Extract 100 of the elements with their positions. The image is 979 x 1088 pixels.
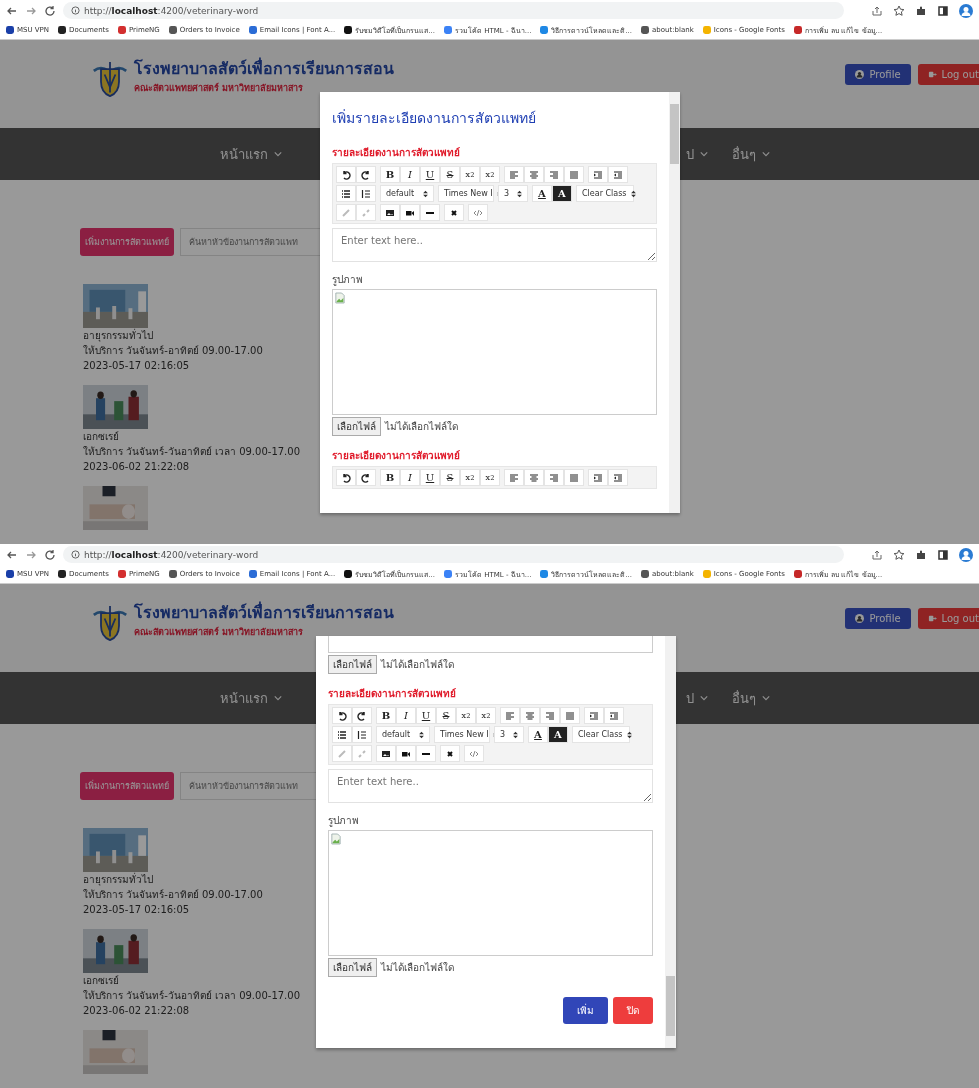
- indent-button[interactable]: [604, 707, 624, 724]
- undo-button[interactable]: [336, 469, 356, 486]
- undo-button[interactable]: [332, 707, 352, 724]
- share-icon[interactable]: [871, 4, 883, 17]
- outdent-button[interactable]: [584, 707, 604, 724]
- code-icon: [469, 748, 479, 759]
- outdent-button[interactable]: [588, 166, 608, 183]
- align-button[interactable]: [504, 469, 524, 486]
- sidebar-icon[interactable]: [937, 548, 949, 561]
- reload-icon[interactable]: [44, 548, 56, 561]
- format-button[interactable]: U: [420, 166, 440, 183]
- nav-menu-item[interactable]: หน้าแรก: [220, 687, 282, 709]
- address-bar[interactable]: http://localhost:4200/veterinary-word: [63, 546, 844, 563]
- puzzle-icon[interactable]: [915, 548, 927, 561]
- nav-menu-item[interactable]: ป: [686, 687, 708, 709]
- image-icon: [381, 748, 391, 759]
- format-button[interactable]: S: [440, 166, 460, 183]
- info-icon[interactable]: [71, 6, 80, 15]
- info-icon[interactable]: [71, 550, 80, 559]
- choose-file-button[interactable]: เลือกไฟล์: [328, 655, 377, 674]
- nav-menu-item[interactable]: ป: [686, 143, 708, 165]
- format-button[interactable]: U: [416, 707, 436, 724]
- align-button[interactable]: [564, 469, 584, 486]
- address-bar[interactable]: http://localhost:4200/veterinary-word: [63, 2, 844, 19]
- choose-file-button[interactable]: เลือกไฟล์: [328, 958, 377, 977]
- profile-button[interactable]: Profile: [845, 607, 911, 629]
- dialog-button[interactable]: ปิด: [613, 997, 653, 1024]
- color-button[interactable]: A: [532, 185, 552, 202]
- align-button[interactable]: [540, 707, 560, 724]
- avatar-icon[interactable]: [959, 547, 973, 562]
- star-icon[interactable]: [893, 548, 905, 561]
- align-button[interactable]: [504, 166, 524, 183]
- scrollbar[interactable]: [665, 636, 676, 1048]
- star-icon[interactable]: [893, 4, 905, 17]
- numbered-list-button[interactable]: [352, 726, 372, 743]
- color-button[interactable]: A: [548, 726, 568, 743]
- sidebar-icon[interactable]: [937, 4, 949, 17]
- image-button[interactable]: [376, 745, 396, 762]
- reload-icon[interactable]: [44, 4, 56, 17]
- video-button[interactable]: [400, 204, 420, 221]
- align-button[interactable]: [560, 707, 580, 724]
- text-editor-field[interactable]: Enter text here..: [328, 769, 653, 803]
- dropdown[interactable]: 3: [494, 726, 524, 743]
- align-button[interactable]: [520, 707, 540, 724]
- service-date: 2023-05-17 02:16:05: [83, 359, 190, 373]
- format-button[interactable]: I: [400, 166, 420, 183]
- bullet-list-button[interactable]: [332, 726, 352, 743]
- redo-button[interactable]: [356, 166, 376, 183]
- dropdown[interactable]: 3: [498, 185, 528, 202]
- service-hours: ให้บริการ วันจันทร์-วันอาทิตย์ เวลา 09.00-17.00: [83, 989, 300, 1003]
- choose-file-button[interactable]: เลือกไฟล์: [332, 417, 381, 436]
- dropdown[interactable]: default: [380, 185, 434, 202]
- indent-button[interactable]: [608, 469, 628, 486]
- align-button[interactable]: [564, 166, 584, 183]
- line-button[interactable]: [420, 204, 440, 221]
- indent-button[interactable]: [608, 166, 628, 183]
- format-button[interactable]: I: [396, 707, 416, 724]
- dropdown[interactable]: Clear Class: [576, 185, 634, 202]
- format-button[interactable]: B: [380, 469, 400, 486]
- puzzle-icon[interactable]: [915, 4, 927, 17]
- format-button[interactable]: S: [436, 707, 456, 724]
- redo-button[interactable]: [352, 707, 372, 724]
- avatar-icon[interactable]: [959, 3, 973, 18]
- image-button[interactable]: [380, 204, 400, 221]
- format-button[interactable]: I: [400, 469, 420, 486]
- format-button[interactable]: B: [380, 166, 400, 183]
- video-button[interactable]: [396, 745, 416, 762]
- align-button[interactable]: [524, 166, 544, 183]
- color-button[interactable]: A: [552, 185, 572, 202]
- color-button[interactable]: A: [528, 726, 548, 743]
- format-button[interactable]: B: [376, 707, 396, 724]
- x-icon: [449, 207, 459, 218]
- service-date: 2023-05-17 02:16:05: [83, 903, 190, 917]
- align-button[interactable]: [544, 166, 564, 183]
- clear-format-button[interactable]: [444, 204, 464, 221]
- scrollbar-thumb[interactable]: [670, 104, 679, 164]
- scrollbar-thumb[interactable]: [666, 976, 675, 1036]
- redo-button[interactable]: [356, 469, 376, 486]
- numbered-list-button[interactable]: [356, 185, 376, 202]
- clear-format-button[interactable]: [440, 745, 460, 762]
- dropdown[interactable]: default: [376, 726, 430, 743]
- nav-menu-item[interactable]: อื่นๆ: [732, 143, 770, 165]
- profile-button[interactable]: Profile: [845, 63, 911, 85]
- text-editor-field[interactable]: Enter text here..: [332, 228, 657, 262]
- share-icon[interactable]: [871, 548, 883, 561]
- align-button[interactable]: [524, 469, 544, 486]
- link-icon: [341, 207, 351, 218]
- outdent-button[interactable]: [588, 469, 608, 486]
- align-button[interactable]: [500, 707, 520, 724]
- nav-menu-item[interactable]: อื่นๆ: [732, 687, 770, 709]
- line-button[interactable]: [416, 745, 436, 762]
- bullet-list-button[interactable]: [336, 185, 356, 202]
- nav-menu-item[interactable]: หน้าแรก: [220, 143, 282, 165]
- align-button[interactable]: [544, 469, 564, 486]
- format-button[interactable]: S: [440, 469, 460, 486]
- format-button[interactable]: U: [420, 469, 440, 486]
- scrollbar[interactable]: [669, 92, 680, 513]
- undo-button[interactable]: [336, 166, 356, 183]
- dropdown[interactable]: Clear Class: [572, 726, 630, 743]
- dialog-button[interactable]: เพิ่ม: [563, 997, 608, 1024]
